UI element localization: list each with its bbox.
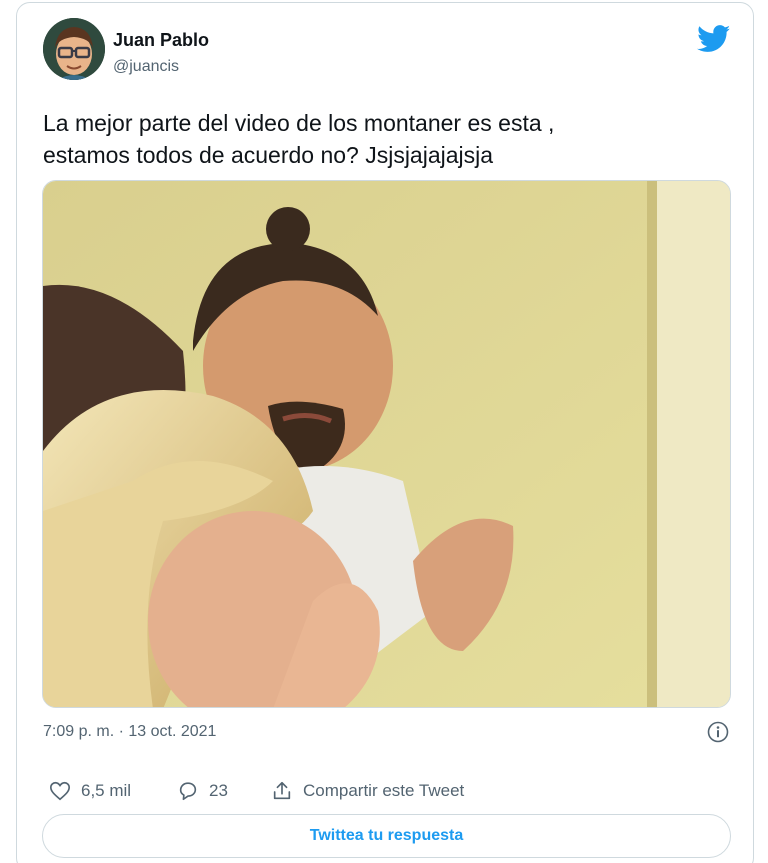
- user-name[interactable]: Juan Pablo: [113, 30, 209, 51]
- tweet-timestamp[interactable]: 7:09 p. m. · 13 oct. 2021: [43, 723, 216, 741]
- share-button[interactable]: Compartir este Tweet: [271, 777, 464, 805]
- user-handle[interactable]: @juancis: [113, 58, 179, 76]
- reply-button[interactable]: 23: [177, 777, 228, 805]
- tweet-text-line-1: La mejor parte del video de los montaner…: [43, 110, 555, 136]
- reply-count: 23: [209, 781, 228, 800]
- reply-tweet-button[interactable]: Twittea tu respuesta: [42, 814, 731, 858]
- reply-bubble-icon: [179, 782, 197, 801]
- video-still-image: [43, 181, 730, 707]
- info-icon[interactable]: [707, 721, 729, 743]
- tweet-text: La mejor parte del video de los montaner…: [43, 107, 723, 171]
- like-count: 6,5 mil: [81, 781, 132, 800]
- heart-icon: [50, 781, 70, 801]
- tweet-card: Juan Pablo @juancis La mejor parte del v…: [16, 2, 754, 863]
- avatar[interactable]: [43, 18, 105, 80]
- avatar-image: [43, 18, 105, 80]
- tweet-text-line-2: estamos todos de acuerdo no? Jsjsjajajaj…: [43, 142, 494, 168]
- tweet-media[interactable]: [42, 180, 731, 708]
- share-label: Compartir este Tweet: [303, 781, 465, 800]
- like-button[interactable]: 6,5 mil: [49, 777, 131, 805]
- twitter-bird-icon[interactable]: [697, 25, 731, 53]
- share-icon: [273, 781, 291, 800]
